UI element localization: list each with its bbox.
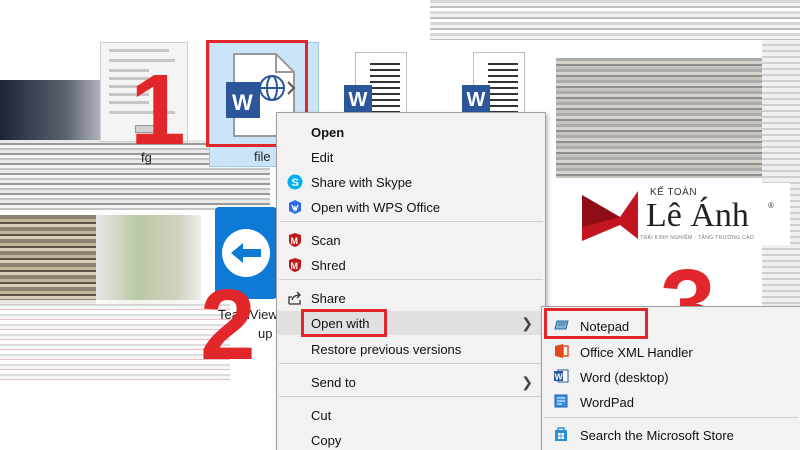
- word-icon: W: [552, 368, 570, 384]
- store-icon: [552, 426, 570, 442]
- office-icon: [552, 343, 570, 359]
- chevron-right-icon: ❯: [521, 374, 533, 390]
- wordpad-icon: [552, 393, 570, 409]
- menu-item-label: Open with WPS Office: [311, 200, 441, 215]
- blurred-background: [0, 300, 230, 380]
- screenshot-stage: fg W file W W TeamView up 1 2 3 KẾ TOÁN …: [0, 0, 800, 450]
- svg-text:M: M: [291, 261, 299, 271]
- desktop-item-label: file: [254, 149, 271, 164]
- menu-item-scan[interactable]: M Scan: [277, 228, 545, 252]
- submenu-item-label: Search the Microsoft Store: [580, 428, 734, 443]
- desktop-item-label: up: [258, 326, 273, 341]
- menu-item-open-with-wps[interactable]: Open with WPS Office: [277, 195, 545, 219]
- blurred-background: [556, 58, 786, 178]
- menu-item-label: Open: [311, 125, 345, 140]
- menu-item-label: Send to: [311, 375, 356, 390]
- logo-brand-text: Lê Ánh: [646, 197, 749, 234]
- menu-item-share-with-skype[interactable]: S Share with Skype: [277, 170, 545, 194]
- menu-item-label: Cut: [311, 408, 332, 423]
- context-menu: Open Edit S Share with Skype Open with W…: [276, 112, 546, 450]
- menu-item-share[interactable]: Share: [277, 286, 545, 310]
- le-anh-logo: KẾ TOÁN Lê Ánh ® TRẢI KINH NGHIỆM - TĂNG…: [578, 183, 790, 245]
- submenu-item-label: WordPad: [580, 395, 634, 410]
- menu-separator: [279, 363, 543, 364]
- submenu-item-wordpad[interactable]: WordPad: [542, 389, 800, 414]
- submenu-item-word-desktop[interactable]: W Word (desktop): [542, 364, 800, 389]
- menu-item-label: Share with Skype: [311, 175, 413, 190]
- word-icon: W: [462, 85, 490, 115]
- blurred-background: [0, 80, 110, 140]
- step-number-2: 2: [200, 269, 256, 381]
- step-2-highlight: [301, 309, 387, 337]
- share-icon: [287, 290, 303, 306]
- menu-item-copy[interactable]: Copy: [277, 428, 545, 450]
- menu-item-shred[interactable]: M Shred: [277, 253, 545, 277]
- step-number-1: 1: [130, 54, 186, 166]
- blurred-background: [96, 215, 201, 305]
- menu-separator: [544, 417, 798, 418]
- step-3-highlight: [544, 308, 648, 339]
- svg-text:S: S: [292, 177, 299, 189]
- mcafee-icon: M: [287, 257, 303, 273]
- logo-tagline: TRẢI KINH NGHIỆM - TĂNG TRƯỞNG CAO: [640, 235, 755, 241]
- svg-text:M: M: [291, 236, 299, 246]
- submenu-item-office-xml-handler[interactable]: Office XML Handler: [542, 339, 800, 364]
- chevron-right-icon: ❯: [521, 315, 533, 331]
- wps-icon: [287, 199, 303, 215]
- menu-item-label: Edit: [311, 150, 334, 165]
- menu-item-restore-previous-versions[interactable]: Restore previous versions: [277, 337, 545, 361]
- menu-item-label: Share: [311, 291, 346, 306]
- menu-item-label: Scan: [311, 233, 341, 248]
- svg-text:W: W: [555, 372, 564, 382]
- menu-separator: [279, 279, 543, 280]
- menu-item-label: Restore previous versions: [311, 342, 462, 357]
- menu-separator: [279, 221, 543, 222]
- blurred-background: [430, 0, 800, 40]
- blurred-background: [0, 215, 100, 305]
- menu-item-label: Shred: [311, 258, 346, 273]
- menu-item-label: Copy: [311, 433, 342, 448]
- submenu-item-search-store[interactable]: Search the Microsoft Store: [542, 422, 800, 447]
- menu-item-open[interactable]: Open: [277, 120, 545, 144]
- word-icon: W: [344, 85, 372, 115]
- menu-item-edit[interactable]: Edit: [277, 145, 545, 169]
- open-with-submenu: Notepad Office XML Handler W Word (deskt…: [541, 306, 800, 450]
- skype-icon: S: [287, 174, 303, 190]
- submenu-item-label: Word (desktop): [580, 370, 669, 385]
- submenu-item-label: Office XML Handler: [580, 345, 693, 360]
- menu-separator: [279, 396, 543, 397]
- menu-item-send-to[interactable]: Send to ❯: [277, 370, 545, 394]
- mcafee-icon: M: [287, 232, 303, 248]
- menu-item-cut[interactable]: Cut: [277, 403, 545, 427]
- logo-registered-mark: ®: [768, 201, 774, 210]
